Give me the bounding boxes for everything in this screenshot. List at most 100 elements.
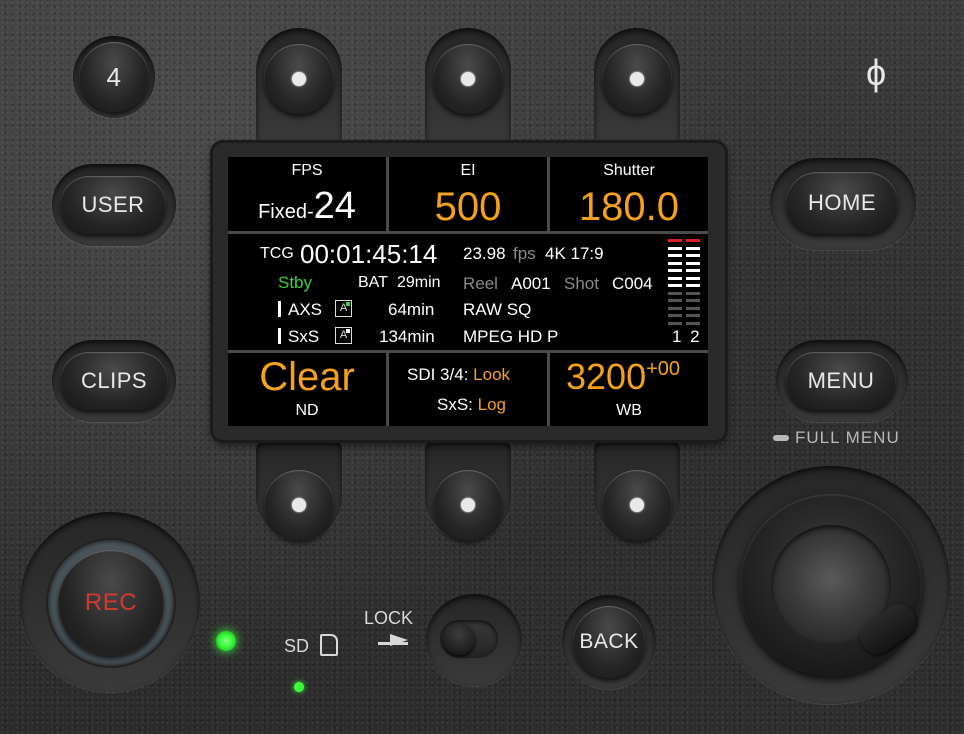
- shot-label: Shot: [564, 274, 599, 293]
- clips-button[interactable]: CLIPS: [60, 352, 168, 410]
- shutter-value: 180.0: [578, 185, 680, 229]
- divider: [228, 231, 708, 234]
- sxs-remaining: 134min: [379, 327, 435, 346]
- fps-prefix: Fixed-: [258, 201, 314, 223]
- fps-cell[interactable]: FPS Fixed-24: [228, 157, 386, 231]
- full-menu-label: FULL MENU: [773, 428, 900, 448]
- output-cell[interactable]: SDI 3/4: Look SxS: Log: [389, 353, 547, 426]
- wb-value: 3200: [566, 356, 647, 397]
- shutter-cell[interactable]: Shutter 180.0: [550, 157, 708, 231]
- top-soft-key-1[interactable]: [264, 44, 334, 114]
- meter-segment: [686, 299, 700, 302]
- meter-segment: [668, 284, 682, 287]
- meter-segment: [668, 314, 682, 317]
- jog-dial[interactable]: [740, 494, 923, 676]
- fps-value-row: Fixed-24: [228, 185, 386, 228]
- sd-access-led: [294, 682, 304, 692]
- sdi-value: Look: [473, 365, 511, 384]
- axs-slot-bar: [278, 301, 281, 317]
- top-soft-key-3[interactable]: [602, 44, 672, 114]
- frame-rate-unit: fps: [513, 244, 536, 263]
- sxs-label: SxS: [288, 327, 320, 346]
- nd-value: Clear: [259, 355, 355, 399]
- ei-label: EI: [460, 162, 476, 179]
- indicator-dot: [461, 72, 475, 86]
- reel-label: Reel: [463, 274, 498, 293]
- timecode: 00:01:45:14: [300, 239, 438, 269]
- nd-cell[interactable]: Clear ND: [228, 353, 386, 426]
- indicator-dot: [630, 72, 644, 86]
- nd-label: ND: [295, 402, 319, 419]
- sdi-label: SDI 3/4:: [407, 365, 469, 384]
- lock-switch[interactable]: [440, 620, 498, 658]
- bottom-soft-key-2[interactable]: [433, 470, 503, 540]
- wb-row: 3200+00: [566, 356, 680, 398]
- long-press-icon: [773, 435, 789, 441]
- format: 4K 17:9: [545, 244, 604, 263]
- rec-button[interactable]: REC: [58, 550, 164, 656]
- fps-value: 24: [313, 185, 356, 227]
- indicator-dot: [461, 498, 475, 512]
- meter-segment: [668, 321, 682, 325]
- battery-label: BAT: [358, 274, 388, 291]
- wb-label: WB: [616, 402, 642, 419]
- meter-segment: [668, 239, 682, 242]
- top-soft-key-2[interactable]: [433, 44, 503, 114]
- fps-label: FPS: [291, 162, 323, 179]
- battery-value: 29min: [397, 274, 441, 291]
- ei-value: 500: [434, 185, 502, 229]
- assign-4-button[interactable]: 4: [79, 42, 149, 112]
- home-button[interactable]: HOME: [786, 172, 898, 234]
- lock-label: LOCK: [364, 608, 414, 628]
- axs-remaining: 64min: [388, 300, 435, 319]
- sxs-out-row: SxS: Log: [437, 395, 506, 415]
- meter-segment: [686, 291, 700, 295]
- meter-segment: [668, 261, 682, 265]
- frame-rate: 23.98: [463, 244, 506, 263]
- sxs-out-value: Log: [477, 395, 507, 414]
- meter-segment: [668, 291, 682, 295]
- sd-card-icon: [320, 634, 338, 656]
- sxs-slot-bar: [278, 328, 281, 344]
- bottom-soft-key-1[interactable]: [264, 470, 334, 540]
- meter-segment: [668, 254, 682, 257]
- power-symbol: ϕ: [866, 52, 887, 93]
- user-button[interactable]: USER: [60, 176, 166, 234]
- lock-switch-knob: [443, 623, 475, 655]
- meter-segment: [668, 246, 682, 250]
- meter-segment: [686, 254, 700, 257]
- indicator-dot: [292, 498, 306, 512]
- status-display: FPS Fixed-24 EI 500 Shutter 180.0 TCG 00…: [228, 157, 708, 426]
- tally-led: [216, 631, 236, 651]
- lock-arrow-head-icon: [390, 634, 408, 646]
- bottom-soft-key-3[interactable]: [602, 470, 672, 540]
- axs-label: AXS: [288, 300, 323, 319]
- sxs-out-label: SxS:: [437, 395, 473, 414]
- back-button[interactable]: BACK: [573, 606, 645, 678]
- meter-segment: [686, 306, 700, 310]
- indicator-dot: [630, 498, 644, 512]
- meter-segment: [668, 276, 682, 280]
- meter-segment: [668, 306, 682, 310]
- wb-cell[interactable]: 3200+00 WB: [550, 353, 708, 426]
- meter-segment: [686, 239, 700, 242]
- audio-level-meter: [668, 239, 702, 329]
- record-status: Stby: [278, 273, 313, 292]
- meter-segment: [686, 246, 700, 250]
- media-slot-a-icon: A: [335, 327, 352, 344]
- meter-segment: [686, 284, 700, 287]
- meter-segment: [686, 276, 700, 280]
- reel-value: A001: [511, 274, 551, 293]
- tcg-label: TCG: [260, 245, 294, 262]
- indicator-dot: [292, 72, 306, 86]
- full-menu-text: FULL MENU: [795, 428, 900, 447]
- shot-value: C004: [612, 274, 653, 293]
- meter-segment: [686, 269, 700, 272]
- meter-segment: [686, 314, 700, 317]
- sxs-format: MPEG HD P: [463, 327, 559, 346]
- shutter-label: Shutter: [603, 162, 655, 179]
- ei-cell[interactable]: EI 500: [389, 157, 547, 231]
- meter-segment: [668, 269, 682, 272]
- menu-button[interactable]: MENU: [786, 352, 896, 410]
- meter-segment: [668, 299, 682, 302]
